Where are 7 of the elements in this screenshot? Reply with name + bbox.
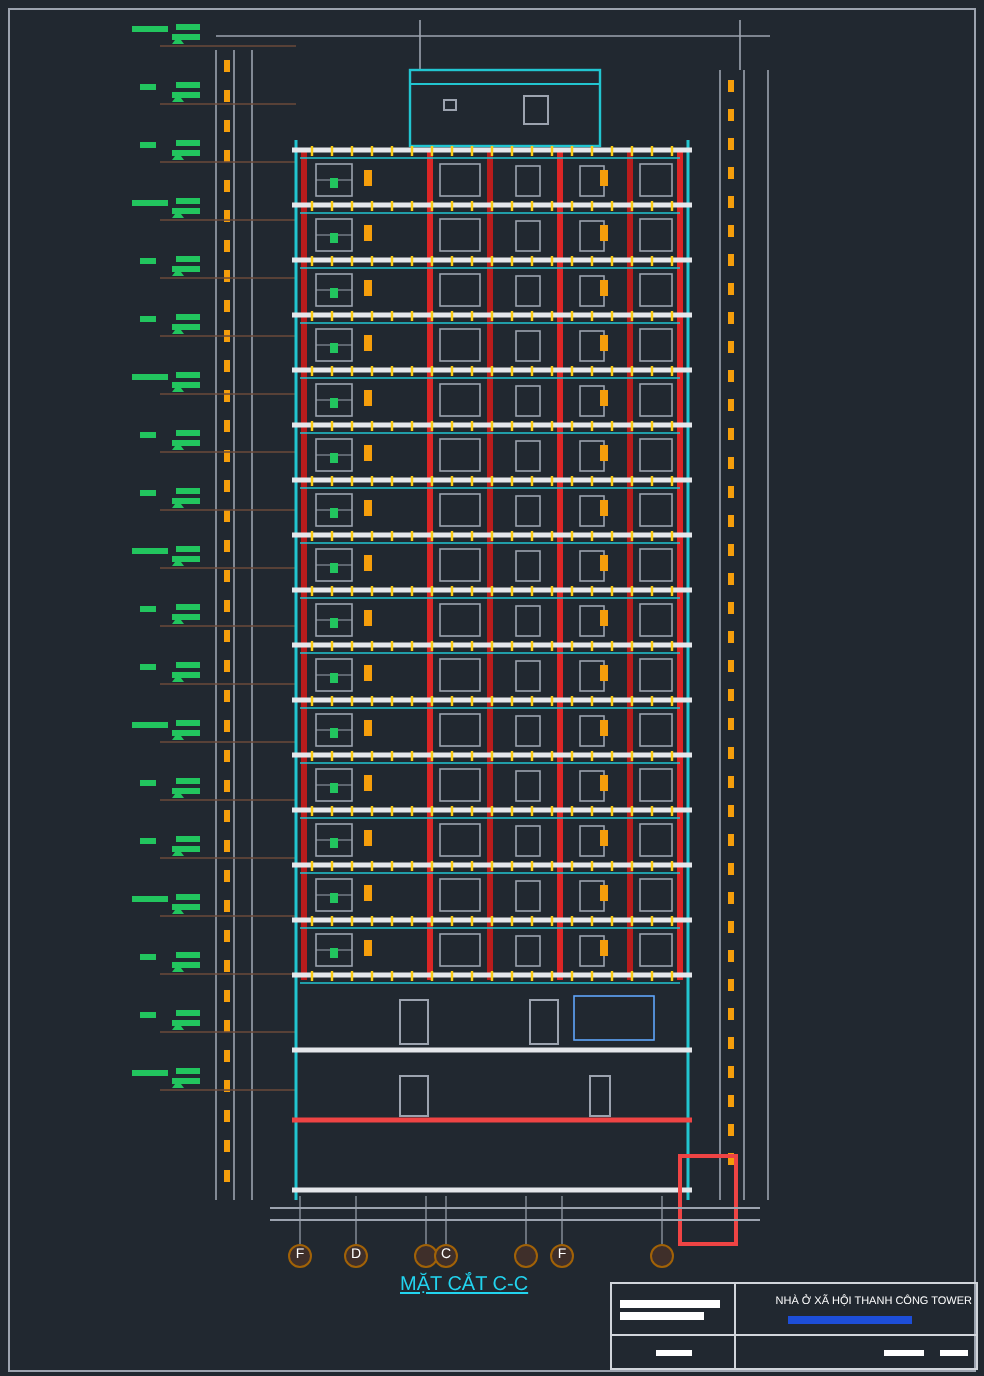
- redacted-bar: [788, 1315, 912, 1324]
- section-title: MẶT CẮT C-C: [400, 1270, 529, 1300]
- redacted-bar: [655, 1349, 691, 1355]
- redacted-bar: [620, 1299, 720, 1307]
- redacted-bar: [940, 1349, 968, 1355]
- redacted-bar: [884, 1349, 924, 1355]
- redacted-bar: [620, 1311, 704, 1319]
